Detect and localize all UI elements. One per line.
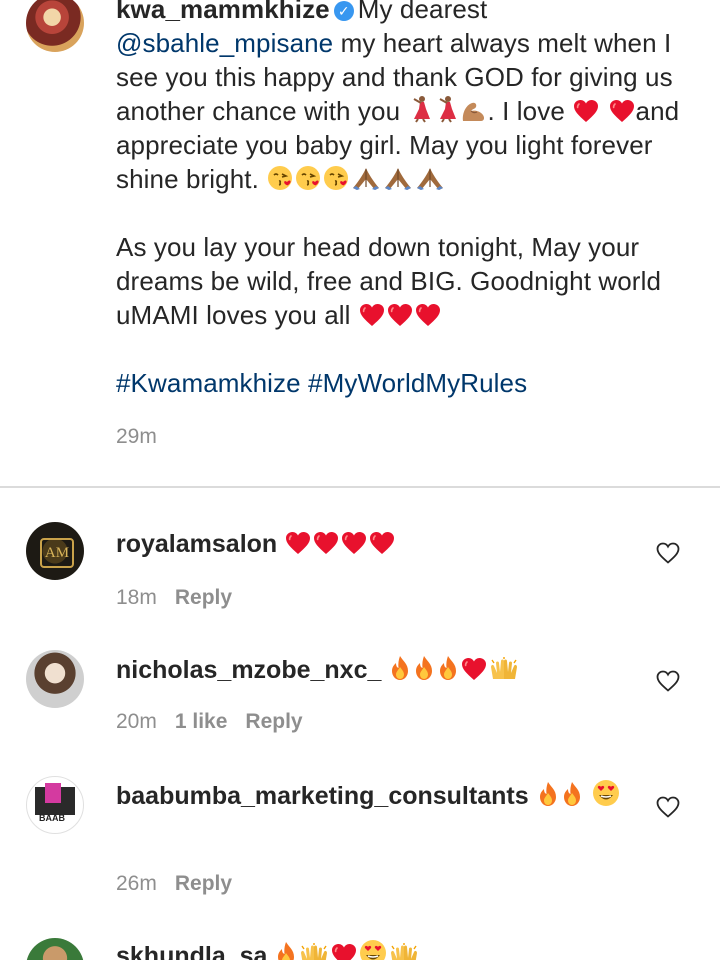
- author-avatar[interactable]: [26, 0, 84, 52]
- avatar-logo-text: BAAB: [39, 813, 65, 823]
- caption-mention[interactable]: @sbahle_mpisane: [116, 28, 333, 58]
- verified-badge-icon: ✓: [333, 1, 354, 21]
- reply-button[interactable]: Reply: [175, 586, 232, 609]
- raising-hands-icon: [299, 943, 329, 960]
- comment-text: nicholas_mzobe_nxc_: [116, 652, 636, 688]
- reply-button[interactable]: Reply: [245, 710, 302, 733]
- clapping-hands-icon: [389, 943, 419, 960]
- comment-meta: 18m Reply: [116, 586, 232, 610]
- caption-username[interactable]: kwa_mammkhize: [116, 0, 330, 24]
- fire-icon: [561, 781, 583, 807]
- comment-meta: 26m Reply: [116, 872, 232, 896]
- red-heart-icon: [609, 99, 635, 123]
- comment-username[interactable]: baabumba_marketing_consultants: [116, 782, 529, 810]
- avatar-monogram: AM: [40, 538, 74, 568]
- comment-text: baabumba_marketing_consultants: [116, 778, 636, 814]
- raising-hands-icon: [489, 657, 519, 681]
- fire-icon: [389, 655, 411, 681]
- kissing-face-icon: [295, 165, 321, 191]
- red-heart-icon: [285, 531, 311, 555]
- fire-icon: [537, 781, 559, 807]
- red-heart-icon: [341, 531, 367, 555]
- red-heart-icon: [369, 531, 395, 555]
- caption-intro: My dearest: [357, 0, 488, 24]
- comments-screen: kwa_mammkhize ✓ My dearest @sbahle_mpisane…: [0, 0, 720, 960]
- fire-icon: [413, 655, 435, 681]
- comment-timestamp: 26m: [116, 872, 157, 895]
- dancer-icon: [408, 95, 432, 123]
- caption-hashtags[interactable]: #Kwamamkhize #MyWorldMyRules: [116, 366, 686, 400]
- commenter-avatar[interactable]: BAAB: [26, 776, 84, 834]
- divider: [0, 486, 720, 488]
- red-heart-icon: [415, 303, 441, 327]
- comment-username[interactable]: nicholas_mzobe_nxc_: [116, 656, 381, 684]
- kissing-face-icon: [267, 165, 293, 191]
- commenter-avatar[interactable]: [26, 938, 84, 960]
- post-caption: kwa_mammkhize ✓ My dearest @sbahle_mpisane…: [0, 0, 720, 486]
- caption-paragraph-2: As you lay your head down tonight, May y…: [116, 230, 686, 332]
- comment-meta: 20m 1 like Reply: [116, 710, 303, 734]
- comment-timestamp: 20m: [116, 710, 157, 733]
- red-heart-icon: [573, 99, 599, 123]
- comment-like-heart-icon[interactable]: [656, 796, 680, 818]
- caption-text-part-b: . I love: [487, 96, 573, 126]
- kissing-face-icon: [323, 165, 349, 191]
- commenter-avatar[interactable]: AM: [26, 522, 84, 580]
- dancer-icon: [434, 95, 458, 123]
- comment-like-count[interactable]: 1 like: [175, 710, 228, 733]
- comment-username[interactable]: skhundla_sa: [116, 942, 267, 960]
- heart-eyes-face-icon: [359, 939, 387, 960]
- comment-username[interactable]: royalamsalon: [116, 530, 277, 558]
- fire-icon: [275, 941, 297, 960]
- heart-eyes-face-icon: [592, 779, 620, 807]
- avatar-logo-accent: [45, 783, 61, 803]
- red-heart-icon: [387, 303, 413, 327]
- red-heart-icon: [461, 657, 487, 681]
- red-heart-icon: [313, 531, 339, 555]
- flexed-biceps-icon: [460, 99, 486, 123]
- red-heart-icon: [359, 303, 385, 327]
- comment-text: royalamsalon: [116, 526, 636, 562]
- comment-like-heart-icon[interactable]: [656, 670, 680, 692]
- caption-timestamp: 29m: [116, 425, 157, 448]
- comment-text: skhundla_sa: [116, 938, 636, 960]
- commenter-avatar[interactable]: [26, 650, 84, 708]
- folded-hands-icon: [351, 167, 381, 191]
- caption-paragraph-1: kwa_mammkhize ✓ My dearest @sbahle_mpisane…: [116, 0, 686, 196]
- red-heart-icon: [331, 943, 357, 960]
- folded-hands-icon: [383, 167, 413, 191]
- comment-timestamp: 18m: [116, 586, 157, 609]
- reply-button[interactable]: Reply: [175, 872, 232, 895]
- folded-hands-icon: [415, 167, 445, 191]
- comment-like-heart-icon[interactable]: [656, 542, 680, 564]
- caption-text: kwa_mammkhize ✓ My dearest @sbahle_mpisane…: [116, 0, 686, 400]
- fire-icon: [437, 655, 459, 681]
